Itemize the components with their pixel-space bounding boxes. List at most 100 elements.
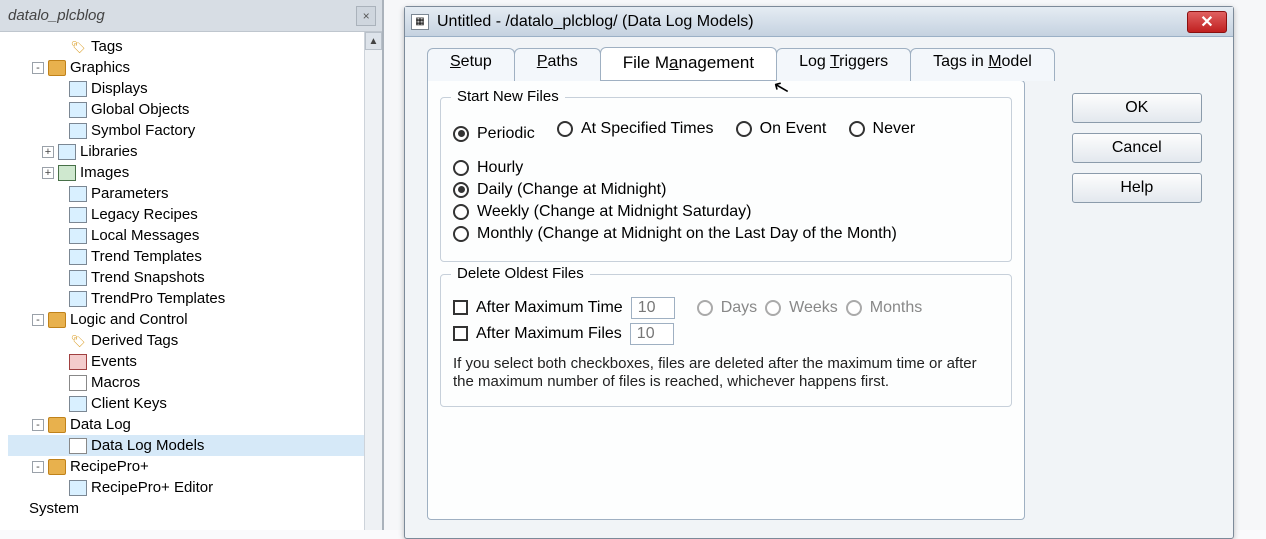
tree-titlebar: datalo_plcblog × [0, 0, 382, 32]
tab-log-triggers[interactable]: Log Triggers [776, 48, 911, 81]
tree-node-label: RecipePro+ Editor [91, 479, 213, 496]
tree-node-label: Global Objects [91, 101, 189, 118]
tree-node-label: Client Keys [91, 395, 167, 412]
tree-node-data-log-models[interactable]: Data Log Models [8, 435, 382, 456]
check-after-max-time[interactable] [453, 300, 468, 315]
radio-on-event[interactable]: On Event [736, 120, 827, 138]
tree-node-graphics[interactable]: -Graphics [8, 57, 382, 78]
radio-icon [453, 126, 469, 142]
dialog-close-button[interactable]: ✕ [1187, 11, 1227, 33]
dialog-tabs: Setup Paths File Management Log Triggers [427, 47, 1054, 80]
tree-node-trendpro-templates[interactable]: TrendPro Templates [8, 288, 382, 309]
generic-icon [69, 207, 87, 223]
radio-icon [453, 226, 469, 242]
radio-never[interactable]: Never [849, 120, 916, 138]
tree-close-button[interactable]: × [356, 6, 376, 26]
tag-icon: 🏷 [69, 333, 87, 349]
radio-weekly[interactable]: Weekly (Change at Midnight Saturday) [453, 203, 999, 221]
radio-at-specified-times[interactable]: At Specified Times [557, 120, 714, 138]
tab-setup[interactable]: Setup [427, 48, 515, 81]
generic-icon [69, 123, 87, 139]
radio-weeks[interactable] [765, 300, 781, 316]
folder-icon [48, 312, 66, 328]
dialog-titlebar[interactable]: ▦ Untitled - /datalo_plcblog/ (Data Log … [405, 7, 1233, 37]
tab-tags-in-model[interactable]: Tags in Model [910, 48, 1055, 81]
radio-hourly[interactable]: Hourly [453, 159, 999, 177]
tree-node-symbol-factory[interactable]: Symbol Factory [8, 120, 382, 141]
tree-title: datalo_plcblog [8, 7, 105, 24]
tree-node-logic-and-control[interactable]: - Logic and Control [8, 309, 382, 330]
tree-node-label: Displays [91, 80, 148, 97]
expand-icon[interactable]: + [42, 167, 54, 179]
max-time-input[interactable]: 10 [631, 297, 675, 319]
tree-node-system[interactable]: System [8, 498, 382, 519]
dialog-area: ▦ Untitled - /datalo_plcblog/ (Data Log … [384, 0, 1266, 530]
max-files-input[interactable]: 10 [630, 323, 674, 345]
tree-node-client-keys[interactable]: Client Keys [8, 393, 382, 414]
tree-node-data-log[interactable]: -Data Log [8, 414, 382, 435]
tree-node-displays[interactable]: Displays [8, 78, 382, 99]
tab-paths[interactable]: Paths [514, 48, 601, 81]
tree-node-parameters[interactable]: Parameters [8, 183, 382, 204]
tree-node-label: Symbol Factory [91, 122, 195, 139]
tree-node-trend-snapshots[interactable]: Trend Snapshots [8, 267, 382, 288]
tree-node-label: Trend Snapshots [91, 269, 205, 286]
file-management-pane: Start New Files Periodic At Specified Ti… [427, 80, 1025, 520]
delete-oldest-legend: Delete Oldest Files [451, 265, 590, 282]
collapse-icon[interactable]: - [32, 461, 44, 473]
tree-node-label: TrendPro Templates [91, 290, 225, 307]
data-log-dialog: ▦ Untitled - /datalo_plcblog/ (Data Log … [404, 6, 1234, 539]
tree-node-macros[interactable]: Macros [8, 372, 382, 393]
scroll-up-icon[interactable]: ▲ [365, 32, 382, 50]
close-icon: ✕ [1200, 12, 1213, 32]
tree-node-images[interactable]: +Images [8, 162, 382, 183]
tree-node-libraries[interactable]: +Libraries [8, 141, 382, 162]
radio-icon [453, 204, 469, 220]
tree-node-legacy-recipes[interactable]: Legacy Recipes [8, 204, 382, 225]
help-button[interactable]: Help [1072, 173, 1202, 203]
radio-icon [849, 121, 865, 137]
tree-node-label: Tags [91, 38, 123, 55]
tree-node-label: Logic and Control [70, 311, 188, 328]
start-new-files-legend: Start New Files [451, 88, 565, 105]
generic-icon [69, 270, 87, 286]
tree-node-label: Local Messages [91, 227, 199, 244]
tree-node-label: Derived Tags [91, 332, 178, 349]
after-max-files-label: After Maximum Files [476, 325, 622, 343]
folder-icon [48, 417, 66, 433]
tree-node-derived-tags[interactable]: 🏷Derived Tags [8, 330, 382, 351]
collapse-icon[interactable]: - [32, 314, 44, 326]
radio-periodic[interactable]: Periodic [453, 125, 535, 143]
dialog-title-text: Untitled - /datalo_plcblog/ (Data Log Mo… [437, 13, 754, 31]
tree-scrollbar[interactable]: ▲ [364, 32, 382, 530]
cancel-button[interactable]: Cancel [1072, 133, 1202, 163]
radio-daily[interactable]: Daily (Change at Midnight) [453, 181, 999, 199]
tree-node-local-messages[interactable]: Local Messages [8, 225, 382, 246]
dialog-side-buttons: OK Cancel Help [1072, 93, 1202, 520]
check-after-max-files-row: After Maximum Files 10 [453, 323, 999, 345]
folder-icon [48, 459, 66, 475]
folder-icon [48, 60, 66, 76]
tree-node-label: Data Log Models [91, 437, 204, 454]
collapse-icon[interactable]: - [32, 62, 44, 74]
radio-months[interactable] [846, 300, 862, 316]
collapse-icon[interactable]: - [32, 419, 44, 431]
tree-node-trend-templates[interactable]: Trend Templates [8, 246, 382, 267]
check-after-max-files[interactable] [453, 326, 468, 341]
tree-node-recipepro-[interactable]: -RecipePro+ [8, 456, 382, 477]
after-max-time-label: After Maximum Time [476, 299, 623, 317]
expand-icon[interactable]: + [42, 146, 54, 158]
tree-node-recipepro-editor[interactable]: RecipePro+ Editor [8, 477, 382, 498]
tree-node-events[interactable]: Events [8, 351, 382, 372]
delete-help-text: If you select both checkboxes, files are… [453, 355, 999, 393]
ok-button[interactable]: OK [1072, 93, 1202, 123]
tree-node-global-objects[interactable]: Global Objects [8, 99, 382, 120]
check-after-max-time-row: After Maximum Time 10 Days Weeks Months [453, 297, 999, 319]
radio-days[interactable] [697, 300, 713, 316]
tag-icon: 🏷 [69, 39, 87, 55]
radio-monthly[interactable]: Monthly (Change at Midnight on the Last … [453, 225, 999, 243]
generic-icon [69, 396, 87, 412]
tab-file-management[interactable]: File Management [600, 47, 777, 80]
red-icon [69, 354, 87, 370]
tree-node-tags[interactable]: 🏷Tags [8, 36, 382, 57]
